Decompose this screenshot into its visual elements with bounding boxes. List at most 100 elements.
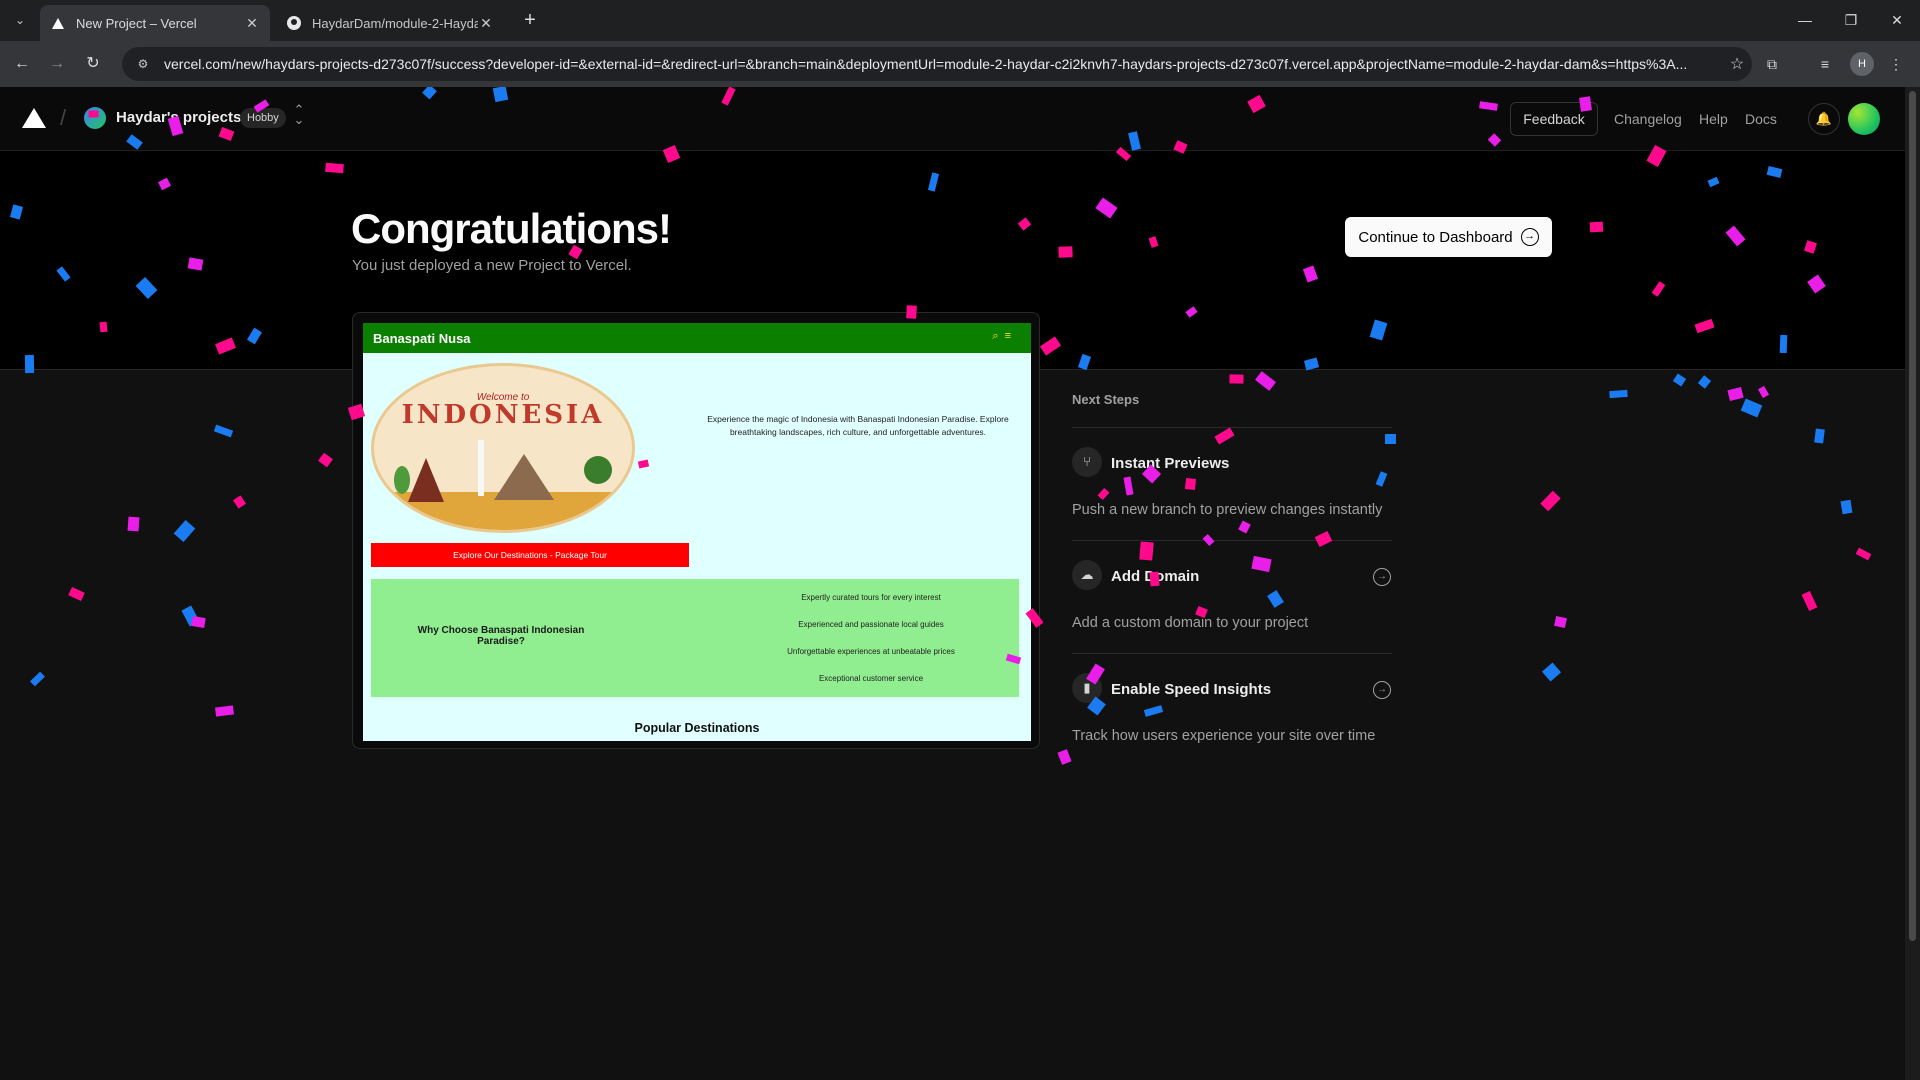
user-avatar[interactable] — [1848, 103, 1880, 135]
confetti-piece — [1727, 386, 1744, 402]
nav-changelog[interactable]: Changelog — [1614, 111, 1682, 127]
feedback-button[interactable]: Feedback — [1510, 102, 1598, 136]
confetti-piece — [127, 516, 140, 532]
step-speed-insights-title[interactable]: Enable Speed Insights — [1111, 681, 1271, 698]
preview-hero-image: Welcome to INDONESIA — [371, 363, 635, 533]
confetti-piece — [1251, 555, 1272, 573]
tab-search-icon[interactable]: ⌄ — [8, 8, 32, 32]
confetti-piece — [1314, 530, 1333, 548]
team-switcher-chevron-icon[interactable]: ⌃ ⌄ — [292, 103, 306, 126]
why-item: Experienced and passionate local guides — [798, 620, 944, 629]
confetti-piece — [1139, 541, 1154, 561]
confetti-piece — [1255, 371, 1276, 391]
restore-icon[interactable]: ❐ — [1828, 8, 1874, 32]
profile-avatar[interactable]: H — [1850, 52, 1874, 76]
confetti-piece — [1267, 590, 1284, 608]
confetti-piece — [1229, 374, 1244, 384]
preview-screenshot: Banaspati Nusa ⌕≡ Welcome to INDONESIA E… — [363, 323, 1031, 741]
confetti-piece — [1840, 499, 1853, 515]
nav-help[interactable]: Help — [1699, 111, 1728, 127]
hero-pagoda — [408, 458, 444, 502]
why-title: Why Choose Banaspati Indonesian Paradise… — [417, 625, 585, 647]
confetti-piece — [1375, 471, 1388, 487]
close-tab-icon[interactable]: ✕ — [478, 15, 494, 32]
team-name[interactable]: Haydar's projects — [116, 109, 241, 126]
tab-github[interactable]: HaydarDam/module-2-Haydar ✕ — [276, 5, 504, 41]
vercel-triangle-icon — [50, 15, 66, 31]
breadcrumb-separator: / — [60, 105, 67, 130]
why-item: Exceptional customer service — [818, 674, 924, 683]
deployment-preview[interactable]: Banaspati Nusa ⌕≡ Welcome to INDONESIA E… — [352, 312, 1040, 749]
confetti-piece — [1057, 749, 1072, 765]
plan-badge: Hobby — [240, 108, 286, 128]
preview-brand: Banaspati Nusa — [373, 331, 471, 346]
confetti-piece — [68, 586, 85, 602]
divider — [1072, 427, 1392, 428]
preview-navbar: Banaspati Nusa ⌕≡ — [363, 323, 1031, 353]
browser-menu-icon[interactable]: ⋮ — [1883, 51, 1909, 77]
browser-tab-strip: ⌄ New Project – Vercel ✕ HaydarDam/modul… — [0, 0, 1920, 41]
arrow-right-icon[interactable]: → — [1373, 681, 1391, 699]
confetti-piece — [1184, 478, 1197, 490]
confetti-piece — [191, 616, 206, 628]
extensions-icon[interactable]: ⧉ — [1759, 51, 1785, 77]
nav-docs[interactable]: Docs — [1745, 111, 1777, 127]
preview-nav-icons: ⌕≡ — [992, 330, 1017, 342]
page-scrollbar[interactable] — [1905, 87, 1920, 1080]
team-avatar[interactable] — [84, 107, 106, 129]
why-item: Unforgettable experiences at unbeatable … — [787, 647, 955, 656]
continue-to-dashboard-button[interactable]: Continue to Dashboard → — [1345, 217, 1552, 257]
hero-tree — [394, 466, 410, 494]
confetti-piece — [1672, 373, 1687, 387]
forward-icon[interactable]: → — [44, 51, 70, 77]
tab-title: New Project – Vercel — [76, 15, 197, 31]
step-add-domain-title[interactable]: Add Domain — [1111, 568, 1199, 585]
url-text[interactable]: vercel.com/new/haydars-projects-d273c07f… — [164, 56, 1722, 72]
reload-icon[interactable]: ↻ — [80, 51, 106, 77]
vercel-logo-icon[interactable] — [22, 108, 46, 128]
bar-chart-icon: ▮ — [1072, 673, 1102, 703]
confetti-piece — [1097, 487, 1110, 501]
confetti-piece — [181, 605, 200, 627]
site-info-icon[interactable]: ⚙ — [134, 55, 152, 73]
confetti-piece — [1814, 428, 1825, 444]
hero-tree — [584, 456, 612, 484]
preview-description: Experience the magic of Indonesia with B… — [707, 414, 1009, 437]
back-icon[interactable]: ← — [9, 51, 35, 77]
tab-vercel[interactable]: New Project – Vercel ✕ — [40, 5, 270, 41]
why-item: Expertly curated tours for every interes… — [801, 593, 941, 602]
notifications-bell-icon[interactable]: 🔔 — [1808, 103, 1840, 135]
bookmark-star-icon[interactable]: ☆ — [1722, 54, 1752, 74]
cloud-icon: ☁ — [1072, 560, 1102, 590]
confetti-piece — [1214, 427, 1235, 445]
preview-popular-title: Popular Destinations — [634, 721, 760, 735]
confetti-piece — [215, 705, 234, 717]
close-window-icon[interactable]: ✕ — [1874, 8, 1920, 32]
confetti-piece — [1855, 547, 1872, 561]
confetti-piece — [30, 671, 45, 687]
arrow-right-icon[interactable]: → — [1373, 568, 1391, 586]
close-tab-icon[interactable]: ✕ — [244, 15, 260, 32]
page-title: Congratulations! — [351, 205, 672, 252]
page-subtitle: You just deployed a new Project to Verce… — [352, 257, 632, 274]
arrow-right-icon: → — [1520, 228, 1539, 246]
vercel-header: / Haydar's projects Hobby ⌃ ⌄ Feedback Ch… — [0, 87, 1905, 151]
scrollbar-thumb[interactable] — [1909, 91, 1916, 941]
media-controls-icon[interactable]: ≡ — [1812, 51, 1838, 77]
step-instant-previews-desc: Push a new branch to preview changes ins… — [1072, 502, 1383, 518]
minimize-icon[interactable]: — — [1782, 8, 1828, 32]
preview-why-section: Why Choose Banaspati Indonesian Paradise… — [371, 579, 1019, 697]
step-instant-previews-title[interactable]: Instant Previews — [1111, 455, 1229, 472]
confetti-piece — [1740, 398, 1763, 418]
divider — [1072, 653, 1392, 654]
github-icon — [286, 15, 302, 31]
confetti-piece — [318, 452, 333, 468]
confetti-piece — [1123, 476, 1134, 496]
new-tab-button[interactable]: + — [518, 9, 542, 33]
confetti-piece — [1238, 520, 1251, 534]
git-branch-icon: ⑂ — [1072, 447, 1102, 477]
confetti-piece — [233, 495, 246, 509]
confetti-piece — [1757, 385, 1770, 399]
hero-monument — [478, 440, 484, 496]
address-bar[interactable]: ⚙ vercel.com/new/haydars-projects-d273c0… — [122, 47, 1752, 81]
